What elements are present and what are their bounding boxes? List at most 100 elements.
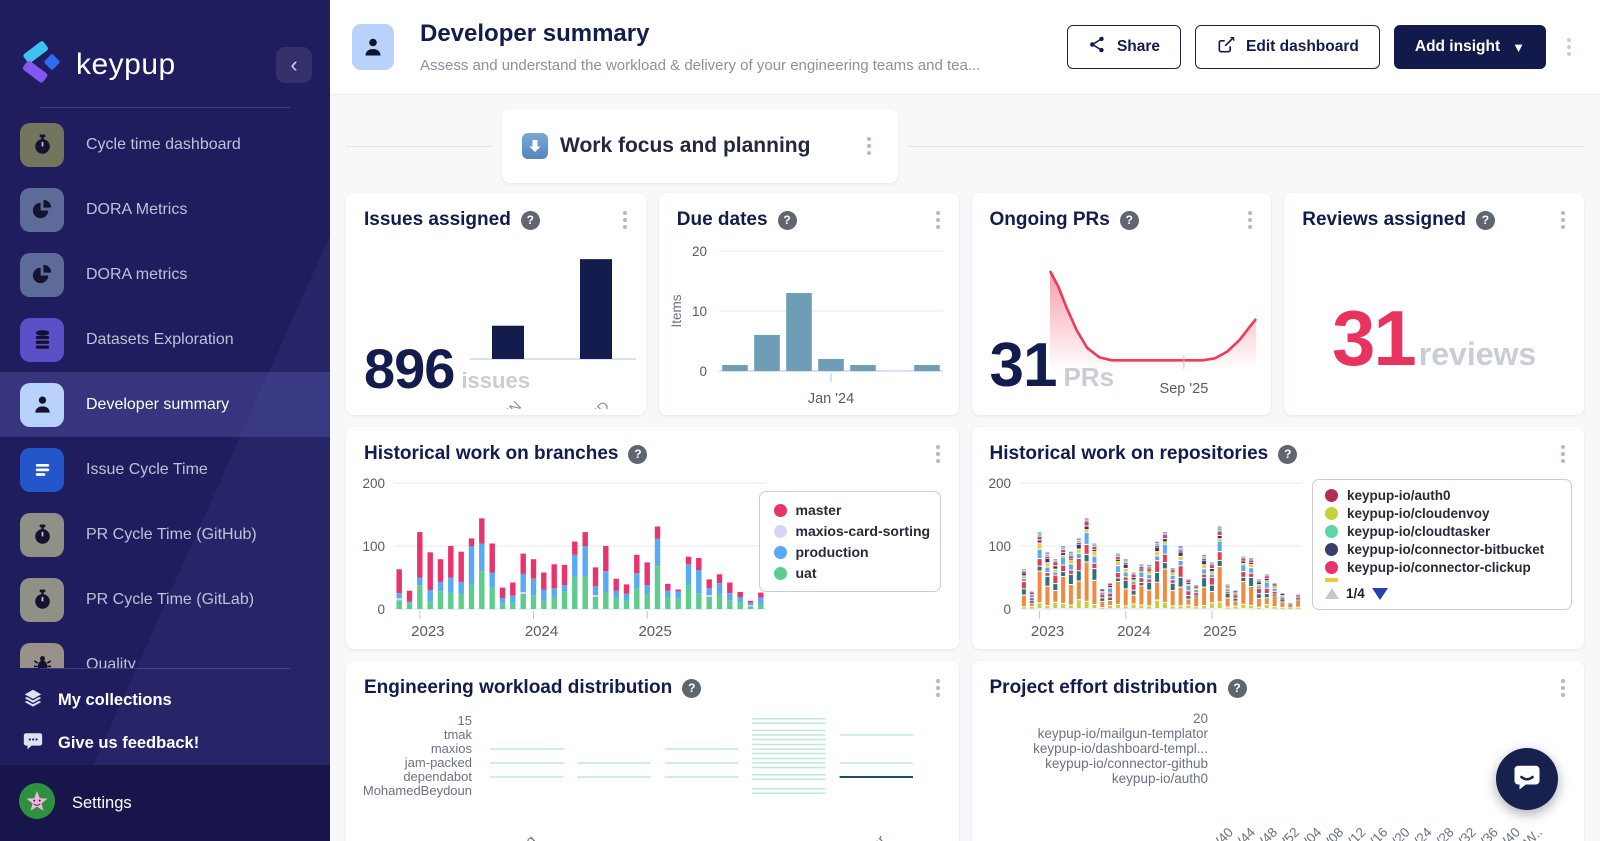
sidebar-item-label: Developer summary	[86, 395, 230, 413]
svg-text:Sep '25: Sep '25	[1160, 381, 1209, 397]
legend-page-up-icon[interactable]	[1325, 588, 1339, 599]
issues-count: 896	[364, 337, 455, 400]
sidebar-item-pr-cycle-time-github-[interactable]: PR Cycle Time (GitHub)	[0, 502, 330, 567]
legend-dot	[773, 566, 787, 580]
sidebar-item-cycle-time-dashboard[interactable]: Cycle time dashboard	[0, 112, 330, 177]
card-kebab-menu[interactable]	[1241, 209, 1259, 231]
person-icon	[20, 382, 64, 427]
legend-item[interactable]: master	[773, 502, 926, 518]
card-title: Due dates	[676, 209, 768, 230]
edit-dashboard-button[interactable]: Edit dashboard	[1195, 25, 1380, 69]
share-icon	[1088, 35, 1107, 59]
layers-icon	[22, 687, 44, 714]
help-icon[interactable]: ?	[682, 678, 702, 698]
help-icon[interactable]: ?	[1227, 678, 1247, 698]
legend-dot	[1325, 525, 1338, 538]
card-historical-repos: Historical work on repositories ? 0 100 20…	[971, 427, 1584, 649]
legend-item-partial	[1325, 578, 1559, 582]
legend-item[interactable]: keypup-io/connector-clickup	[1325, 560, 1559, 575]
sidebar-item-settings[interactable]: Settings	[0, 765, 330, 841]
card-kebab-menu[interactable]	[1554, 677, 1572, 699]
card-kebab-menu[interactable]	[929, 677, 947, 699]
svg-text:maxios: maxios	[431, 741, 473, 756]
sidebar-item-give-us-feedback-[interactable]: Give us feedback!	[0, 722, 330, 765]
card-due-dates: Due dates ? 0 10 20 Items Jan '24	[658, 193, 959, 415]
card-ongoing-prs: Ongoing PRs ? Sep '25 31 PRs	[971, 193, 1272, 415]
header-kebab-menu[interactable]	[1560, 36, 1578, 58]
add-insight-button[interactable]: Add insight ▼	[1393, 25, 1546, 69]
share-button[interactable]: Share	[1066, 25, 1182, 69]
sidebar-item-label: DORA metrics	[86, 265, 188, 283]
legend-dot	[773, 524, 787, 538]
legend-item[interactable]: production	[773, 544, 926, 560]
legend-item[interactable]: keypup-io/auth0	[1325, 488, 1559, 503]
stopwatch-icon	[20, 577, 64, 622]
sidebar-item-dora-metrics[interactable]: DORA Metrics	[0, 177, 330, 242]
sidebar-item-quality[interactable]: Quality	[0, 632, 330, 668]
help-icon[interactable]: ?	[1278, 444, 1298, 464]
legend-pagination: 1/4	[1325, 586, 1559, 601]
svg-text:MohamedBeydoun: MohamedBeydoun	[363, 783, 472, 798]
reviews-unit: reviews	[1418, 336, 1537, 372]
svg-text:Enhan...: Enhan...	[665, 832, 713, 841]
card-title: Project effort distribution	[989, 677, 1218, 698]
legend-item[interactable]: keypup-io/connector-bitbucket	[1325, 542, 1559, 557]
sidebar-item-dora-metrics[interactable]: DORA metrics	[0, 242, 330, 307]
user-avatar	[18, 782, 56, 825]
svg-text:dependabot: dependabot	[403, 769, 472, 784]
chat-icon	[22, 730, 44, 757]
sidebar-collapse-button[interactable]: ‹	[276, 46, 312, 83]
settings-label: Settings	[72, 793, 132, 812]
legend-dot	[1325, 561, 1338, 574]
card-kebab-menu[interactable]	[1554, 209, 1572, 231]
help-icon[interactable]: ?	[777, 210, 797, 230]
legend-page-down-icon[interactable]	[1371, 587, 1388, 600]
svg-text:100: 100	[362, 539, 385, 554]
pie-icon	[20, 252, 64, 297]
sidebar: keypup ‹ Cycle time dashboard DORA Metric…	[0, 0, 330, 841]
legend-dot	[1325, 543, 1338, 556]
svg-text:0: 0	[1003, 602, 1011, 617]
svg-text:2023: 2023	[411, 623, 444, 640]
sidebar-item-label: Issue Cycle Time	[86, 460, 208, 478]
sidebar-item-datasets-exploration[interactable]: Datasets Exploration	[0, 307, 330, 372]
section-divider-left	[346, 145, 492, 147]
chat-widget-button[interactable]	[1496, 748, 1558, 810]
branches-legend: master maxios-card-sorting production uat	[758, 491, 941, 592]
sidebar-item-label: Quality	[86, 655, 136, 669]
sidebar-divider	[40, 107, 290, 108]
repos-stacked-chart: 0 100 200 2023 2024 2025	[978, 473, 1308, 641]
legend-item[interactable]: keypup-io/cloudtasker	[1325, 524, 1559, 539]
help-icon[interactable]: ?	[520, 210, 540, 230]
svg-text:2025: 2025	[1203, 623, 1236, 640]
help-icon[interactable]: ?	[1475, 210, 1495, 230]
issues-unit: issues	[461, 368, 530, 393]
svg-text:keypup-io/dashboard-templ...: keypup-io/dashboard-templ...	[1033, 741, 1208, 756]
legend-item[interactable]: maxios-card-sorting	[773, 523, 930, 539]
card-kebab-menu[interactable]	[616, 209, 634, 231]
keypup-logo-icon	[20, 40, 64, 89]
stopwatch-icon	[20, 122, 64, 167]
sidebar-item-my-collections[interactable]: My collections	[0, 679, 330, 722]
card-title: Reviews assigned	[1302, 209, 1466, 230]
list-icon	[20, 447, 64, 492]
card-kebab-menu[interactable]	[1554, 443, 1572, 465]
sidebar-item-developer-summary[interactable]: Developer summary	[0, 372, 330, 437]
svg-text:15: 15	[458, 713, 472, 728]
sidebar-item-pr-cycle-time-gitlab-[interactable]: PR Cycle Time (GitLab)	[0, 567, 330, 632]
help-icon[interactable]: ?	[628, 444, 648, 464]
legend-dot	[1325, 489, 1338, 502]
workload-heatmap-chart: 15 tmak maxios jam-packed dependabot MohamedB…	[354, 705, 951, 841]
card-kebab-menu[interactable]	[929, 443, 947, 465]
sidebar-item-label: Datasets Exploration	[86, 330, 234, 348]
due-dates-chart: 0 10 20 Items Jan '24	[667, 239, 951, 411]
sidebar-item-issue-cycle-time[interactable]: Issue Cycle Time	[0, 437, 330, 502]
legend-item[interactable]: keypup-io/cloudenvoy	[1325, 506, 1559, 521]
section-kebab-menu[interactable]	[860, 135, 878, 157]
legend-dot	[773, 545, 787, 559]
legend-dot	[773, 503, 787, 517]
legend-item[interactable]: uat	[773, 565, 926, 581]
card-kebab-menu[interactable]	[929, 209, 947, 231]
help-icon[interactable]: ?	[1119, 210, 1139, 230]
svg-text:Jan '24: Jan '24	[808, 391, 854, 407]
